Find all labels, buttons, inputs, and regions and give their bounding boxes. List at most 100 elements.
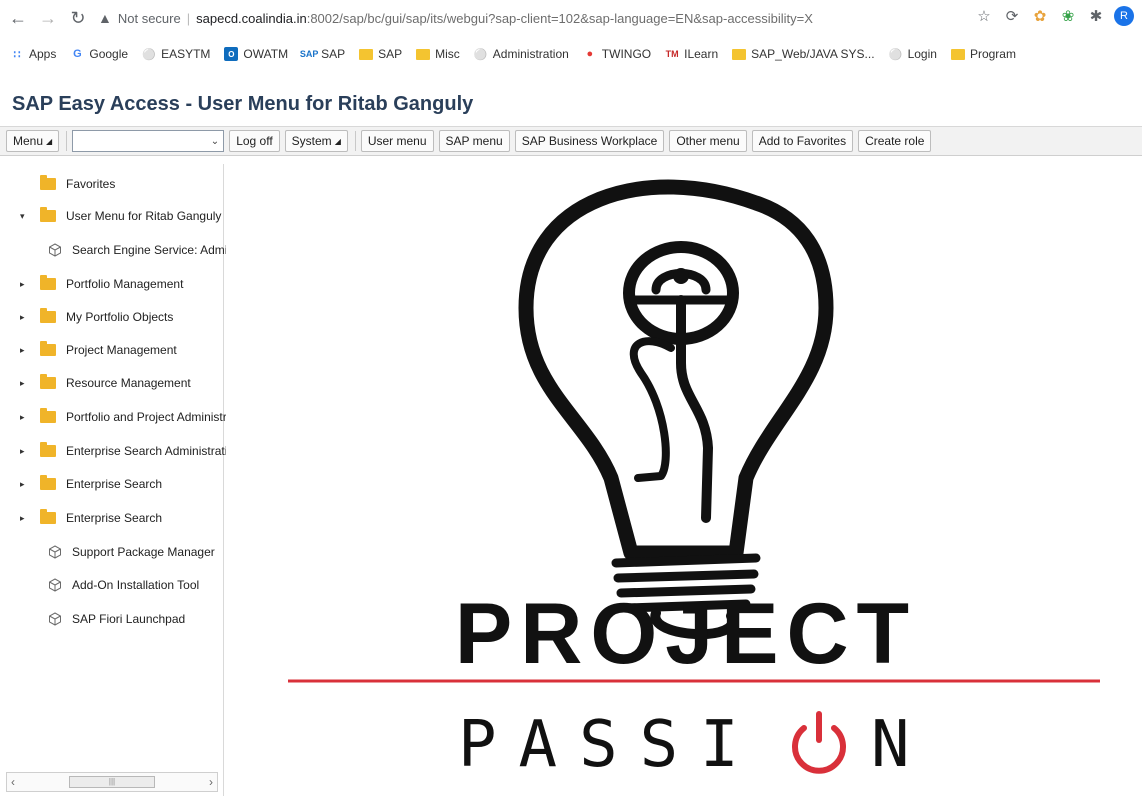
menu-button[interactable]: Menu ◢ bbox=[6, 130, 60, 152]
back-arrow-icon[interactable]: ← bbox=[6, 6, 30, 30]
menu-label: Menu bbox=[13, 134, 44, 148]
bookmark-label: ILearn bbox=[684, 47, 719, 61]
folder-icon bbox=[40, 207, 56, 222]
bookmark-administration[interactable]: ⚪ Administration bbox=[474, 47, 569, 61]
bookmark-label: Login bbox=[907, 47, 937, 61]
tree-item[interactable]: Support Package Manager bbox=[20, 542, 215, 562]
folder-icon bbox=[359, 48, 374, 60]
expand-right-icon[interactable]: ▸ bbox=[20, 345, 30, 356]
extension-circle-icon[interactable]: ⟳ bbox=[1002, 6, 1022, 26]
scroll-left-icon[interactable]: ‹ bbox=[11, 775, 15, 789]
tree-horizontal-scrollbar[interactable]: ‹ ||| › bbox=[6, 772, 218, 792]
tree-item[interactable]: ▸ Enterprise Search bbox=[20, 508, 162, 528]
tree-item[interactable]: ▸ Portfolio Management bbox=[20, 274, 183, 294]
outlook-icon: O bbox=[224, 47, 239, 61]
tree-item-label: Enterprise Search bbox=[66, 511, 163, 525]
bookmark-twingo[interactable]: ● TWINGO bbox=[583, 47, 651, 61]
system-button[interactable]: System ◢ bbox=[284, 130, 348, 152]
folder-icon bbox=[416, 48, 431, 60]
url-path: :8002/sap/bc/gui/sap/its/webgui?sap-clie… bbox=[306, 10, 813, 26]
tree-item[interactable]: SAP Fiori Launchpad bbox=[20, 609, 185, 629]
expand-right-icon[interactable]: ▸ bbox=[20, 312, 30, 323]
bookmark-apps[interactable]: ∷ Apps bbox=[10, 47, 57, 61]
expand-right-icon[interactable]: ▸ bbox=[20, 513, 30, 524]
user-menu-button[interactable]: User menu bbox=[360, 130, 434, 152]
scrollbar-thumb[interactable]: ||| bbox=[69, 776, 155, 788]
tree-item-label: Portfolio Management bbox=[66, 277, 184, 291]
log-off-button[interactable]: Log off bbox=[229, 130, 280, 152]
expand-right-icon[interactable]: ▸ bbox=[20, 479, 30, 490]
bookmarks-bar: ∷ Apps G Google ⚪ EASYTM O OWATM SAP SAP SAP … bbox=[0, 40, 1142, 68]
transaction-cube-icon bbox=[49, 578, 61, 592]
folder-icon bbox=[40, 374, 56, 389]
bookmark-google[interactable]: G Google bbox=[70, 47, 128, 61]
tree-item-label: SAP Fiori Launchpad bbox=[72, 612, 186, 626]
extension-pinwheel-icon[interactable]: ❀ bbox=[1058, 6, 1078, 26]
main-content-area: PROJECT PASSI N bbox=[226, 158, 1142, 800]
add-to-favorites-button[interactable]: Add to Favorites bbox=[751, 130, 854, 152]
expand-right-icon[interactable]: ▸ bbox=[20, 412, 30, 423]
tree-item[interactable]: ▸ Enterprise Search Administration bbox=[20, 441, 241, 461]
tree-item[interactable]: Search Engine Service: Admin bbox=[20, 240, 234, 260]
user-menu-tree-panel: Favorites ▾ User Menu for Ritab Ganguly Sea… bbox=[6, 164, 241, 796]
tree-item[interactable]: Add-On Installation Tool bbox=[20, 575, 199, 595]
bookmark-folder-sap-web[interactable]: SAP_Web/JAVA SYS... bbox=[732, 47, 875, 61]
toolbar-separator bbox=[354, 131, 356, 151]
bookmark-easytm[interactable]: ⚪ EASYTM bbox=[142, 47, 210, 61]
tree-item[interactable]: ▸ Portfolio and Project Administrat bbox=[20, 407, 237, 427]
address-bar-row: ← → ↻ ▲ Not secure | sapecd.coalindia.in… bbox=[0, 0, 1142, 36]
folder-icon bbox=[40, 308, 56, 323]
transaction-cube-icon bbox=[49, 545, 61, 559]
bookmark-owatm[interactable]: O OWATM bbox=[224, 47, 288, 61]
expand-right-icon[interactable]: ▸ bbox=[20, 446, 30, 457]
expand-down-icon[interactable]: ▾ bbox=[20, 211, 30, 222]
tree-item-label: Search Engine Service: Admin bbox=[72, 243, 235, 257]
url-host: sapecd.coalindia.in bbox=[196, 10, 307, 26]
omnibox[interactable]: ▲ Not secure | sapecd.coalindia.in:8002/… bbox=[98, 4, 813, 32]
tree-item[interactable]: ▾ User Menu for Ritab Ganguly bbox=[20, 206, 221, 226]
expand-right-icon[interactable]: ▸ bbox=[20, 279, 30, 290]
other-menu-button[interactable]: Other menu bbox=[669, 130, 747, 152]
business-workplace-button[interactable]: SAP Business Workplace bbox=[514, 130, 665, 152]
tree-item[interactable]: ▸ Resource Management bbox=[20, 373, 191, 393]
folder-icon bbox=[950, 48, 965, 60]
reload-icon[interactable]: ↻ bbox=[66, 6, 90, 30]
tree-item[interactable]: ▸ Enterprise Search bbox=[20, 474, 162, 494]
create-role-button[interactable]: Create role bbox=[858, 130, 932, 152]
google-icon: G bbox=[73, 48, 82, 60]
passion-wordmark-start: PASSI bbox=[458, 708, 761, 782]
bookmark-sap[interactable]: SAP SAP bbox=[299, 47, 346, 61]
profile-avatar[interactable]: R bbox=[1114, 6, 1134, 26]
bookmark-label: SAP bbox=[321, 47, 346, 61]
forward-arrow-icon[interactable]: → bbox=[36, 6, 60, 30]
bookmark-folder-program[interactable]: Program bbox=[950, 47, 1016, 61]
bookmark-folder-sap[interactable]: SAP bbox=[359, 47, 402, 61]
bookmark-label: Program bbox=[969, 47, 1016, 61]
page-title: SAP Easy Access - User Menu for Ritab Ga… bbox=[12, 92, 474, 115]
transaction-cube-icon bbox=[49, 612, 61, 626]
sap-menu-button[interactable]: SAP menu bbox=[438, 130, 510, 152]
folder-icon bbox=[40, 341, 56, 356]
tree-item[interactable]: Favorites bbox=[16, 174, 115, 194]
bookmark-ilearn[interactable]: TM ILearn bbox=[665, 47, 719, 61]
extension-colored-icon[interactable]: ✿ bbox=[1030, 6, 1050, 26]
chevron-down-icon: ⌄ bbox=[210, 135, 220, 147]
command-field[interactable]: ⌄ bbox=[72, 130, 225, 152]
bookmark-login[interactable]: ⚪ Login bbox=[889, 47, 937, 61]
expand-right-icon[interactable]: ▸ bbox=[20, 378, 30, 389]
folder-icon bbox=[40, 408, 56, 423]
tree-item-label: My Portfolio Objects bbox=[66, 310, 174, 324]
not-secure-label: Not secure bbox=[117, 10, 181, 26]
tree-item[interactable]: ▸ My Portfolio Objects bbox=[20, 307, 173, 327]
bookmark-folder-misc[interactable]: Misc bbox=[416, 47, 460, 61]
bookmark-label: Misc bbox=[435, 47, 460, 61]
tree-item[interactable]: ▸ Project Management bbox=[20, 340, 177, 360]
bookmark-star-icon[interactable]: ☆ bbox=[974, 6, 994, 26]
folder-icon bbox=[40, 175, 56, 190]
puzzle-piece-icon[interactable]: ✱ bbox=[1086, 6, 1106, 26]
project-passion-splash: PROJECT PASSI N bbox=[288, 179, 1100, 782]
sap-toolbar: Menu ◢ ⌄ Log off System ◢ User menu SAP me… bbox=[0, 126, 1142, 156]
scroll-right-icon[interactable]: › bbox=[209, 775, 213, 789]
sap-icon: SAP bbox=[299, 49, 319, 59]
folder-icon bbox=[40, 475, 56, 490]
